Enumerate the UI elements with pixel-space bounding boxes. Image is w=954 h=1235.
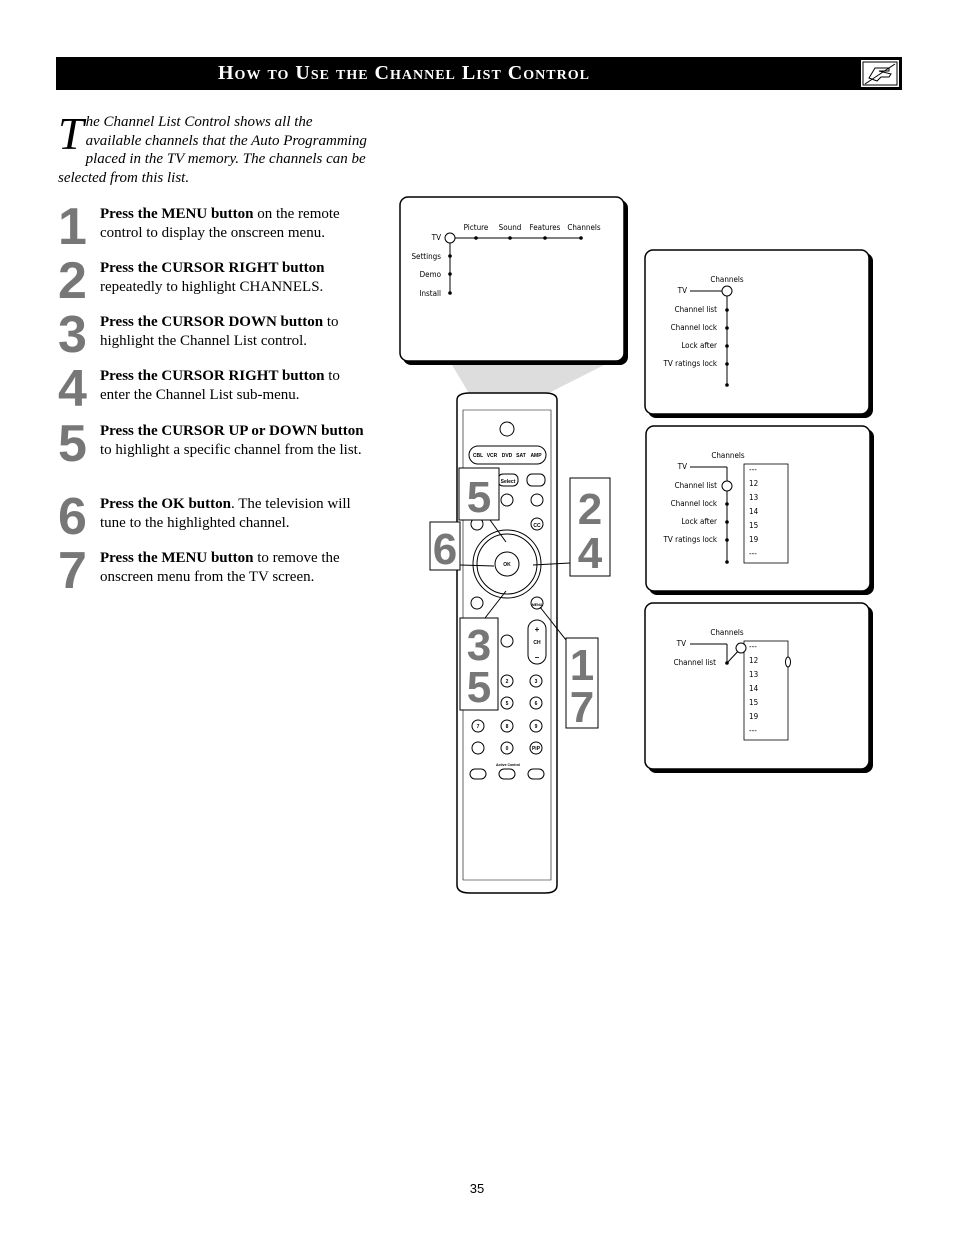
tv-screen-channel-list: Channels TV Channel list Channel lock Lo… (645, 425, 874, 595)
svg-text:+: + (535, 625, 540, 634)
svg-text:SAT: SAT (516, 453, 526, 459)
menu-heading: Channels (710, 628, 744, 637)
channel-item: 13 (749, 493, 758, 502)
svg-text:VCR: VCR (487, 453, 498, 459)
menu-label: Channel list (675, 305, 718, 314)
page-number: 35 (469, 1181, 485, 1196)
cursor-icon (735, 642, 747, 654)
svg-text:CC: CC (533, 523, 541, 529)
channel-item: 12 (749, 656, 758, 665)
scroll-arrow-icon (785, 656, 791, 668)
cursor-icon (721, 285, 733, 297)
svg-text:DVD: DVD (502, 453, 513, 459)
channel-item: --- (749, 642, 757, 651)
svg-text:Select: Select (501, 479, 516, 485)
menu-heading: Channels (711, 451, 745, 460)
svg-text:–: – (535, 653, 540, 662)
menu-label: Channel lock (671, 323, 718, 332)
illustration: TV Picture Sound Features Channels Setti… (399, 196, 874, 894)
menu-label: Picture (464, 223, 489, 232)
cursor-icon (721, 480, 733, 492)
callout-number: 2 (578, 485, 602, 534)
callout-number: 7 (570, 683, 594, 732)
channel-item: --- (749, 465, 757, 474)
svg-text:3: 3 (535, 679, 538, 685)
tv-screen-channel-select: Channels TV Channel list --- 12 13 14 15… (644, 602, 873, 773)
channel-item: 14 (749, 507, 759, 516)
callout-number: 6 (433, 525, 457, 574)
svg-text:OK: OK (503, 562, 511, 568)
manual-page: How to Use the Channel List Control The … (0, 0, 954, 1235)
callout-number: 5 (467, 473, 491, 522)
svg-text:6: 6 (535, 701, 538, 707)
svg-text:CH: CH (533, 640, 541, 646)
channel-item: 19 (749, 712, 759, 721)
svg-text:9: 9 (535, 724, 538, 730)
channel-item: 14 (749, 684, 759, 693)
svg-text:0: 0 (506, 746, 509, 752)
channel-item: 15 (749, 521, 758, 530)
menu-label: Sound (499, 223, 522, 232)
menu-label: TV ratings lock (663, 359, 718, 368)
channel-item: 13 (749, 670, 758, 679)
menu-label: TV (677, 462, 687, 471)
menu-label: TV (431, 233, 441, 242)
menu-label: Settings (411, 252, 441, 261)
cursor-icon (444, 232, 456, 244)
svg-text:MENU: MENU (532, 603, 543, 607)
channel-item: --- (749, 726, 757, 735)
svg-text:PiP: PiP (532, 746, 541, 752)
callout-number: 4 (578, 529, 603, 578)
menu-label: Features (530, 223, 561, 232)
channel-item: 12 (749, 479, 758, 488)
svg-text:5: 5 (506, 701, 509, 707)
menu-label: Install (419, 289, 441, 298)
channel-item: 19 (749, 535, 759, 544)
menu-label: TV (677, 286, 687, 295)
callout-number: 5 (467, 663, 491, 712)
remote-beam (452, 365, 604, 395)
svg-text:2: 2 (506, 679, 509, 685)
menu-label: Channel lock (671, 499, 718, 508)
menu-label: Demo (420, 270, 442, 279)
menu-label: Lock after (681, 517, 717, 526)
svg-text:CBL: CBL (473, 453, 483, 459)
menu-label: TV (676, 639, 686, 648)
tv-screen-main-menu: TV Picture Sound Features Channels Setti… (399, 196, 628, 365)
menu-label: Channels (567, 223, 601, 232)
channel-item: 15 (749, 698, 758, 707)
menu-label: Channel list (675, 481, 718, 490)
menu-heading: Channels (710, 275, 744, 284)
menu-label: TV ratings lock (663, 535, 718, 544)
channel-item: --- (749, 549, 757, 558)
tv-screen-channels-menu: Channels TV Channel list Channel lock Lo… (644, 249, 873, 418)
svg-text:AMP: AMP (530, 453, 542, 459)
svg-text:8: 8 (506, 724, 509, 730)
menu-label: Channel list (674, 658, 717, 667)
menu-label: Lock after (681, 341, 717, 350)
svg-text:7: 7 (477, 724, 480, 730)
svg-text:Active Control: Active Control (496, 763, 520, 767)
